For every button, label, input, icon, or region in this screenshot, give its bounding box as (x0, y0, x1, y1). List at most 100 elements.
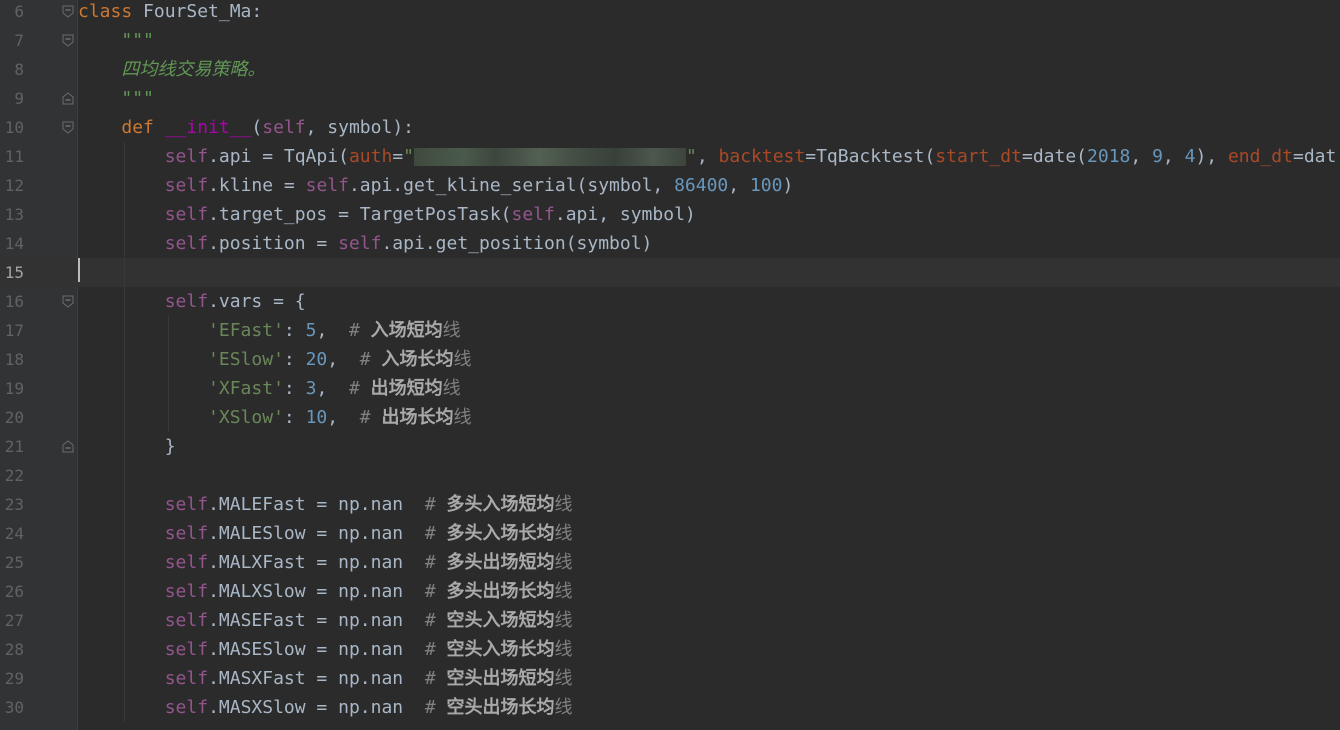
code-content[interactable]: self.MASEFast = np.nan # 空头入场短均线 (78, 606, 573, 635)
docstring: """ (121, 30, 154, 51)
code-content[interactable]: } (78, 432, 176, 461)
code-line[interactable]: 16 self.vars = { (0, 287, 1340, 316)
line-number[interactable]: 15 (0, 258, 24, 287)
self-keyword: self (164, 146, 209, 167)
line-number[interactable]: 13 (0, 200, 24, 229)
code-line[interactable]: 21 } (0, 432, 1340, 461)
line-number[interactable]: 25 (0, 548, 24, 577)
code-content[interactable]: """ (78, 26, 154, 55)
code-line[interactable]: 9 """ (0, 84, 1340, 113)
line-number[interactable]: 19 (0, 374, 24, 403)
code-line[interactable]: 6 class FourSet_Ma: (0, 0, 1340, 26)
code-line[interactable]: 27 self.MASEFast = np.nan # 空头入场短均线 (0, 606, 1340, 635)
comment: 线 (453, 349, 472, 370)
code-text: .vars = { (208, 291, 306, 312)
line-number[interactable]: 29 (0, 664, 24, 693)
line-number[interactable]: 18 (0, 345, 24, 374)
code-line[interactable]: 14 self.position = self.api.get_position… (0, 229, 1340, 258)
code-content[interactable]: 'XSlow': 10, # 出场长均线 (78, 403, 471, 432)
line-number[interactable]: 12 (0, 171, 24, 200)
comment: # (359, 349, 382, 370)
line-number[interactable]: 21 (0, 432, 24, 461)
line-number[interactable]: 9 (0, 84, 24, 113)
text-caret (78, 258, 80, 282)
code-content[interactable]: self.MALXSlow = np.nan # 多头出场长均线 (78, 577, 573, 606)
code-text: , (728, 175, 750, 196)
code-line[interactable]: 8 四均线交易策略。 (0, 55, 1340, 84)
code-line[interactable]: 22 (0, 461, 1340, 490)
line-number[interactable]: 16 (0, 287, 24, 316)
line-number[interactable]: 26 (0, 577, 24, 606)
code-content[interactable]: self.MASESlow = np.nan # 空头入场长均线 (78, 635, 573, 664)
code-text: .MASXFast = np.nan (208, 668, 425, 689)
code-line[interactable]: 10 def __init__(self, symbol): (0, 113, 1340, 142)
code-line[interactable]: 7 """ (0, 26, 1340, 55)
code-line[interactable]: 17 'EFast': 5, # 入场短均线 (0, 316, 1340, 345)
code-line[interactable]: 20 'XSlow': 10, # 出场长均线 (0, 403, 1340, 432)
line-number[interactable]: 20 (0, 403, 24, 432)
code-content[interactable]: 'XFast': 3, # 出场短均线 (78, 374, 461, 403)
code-content[interactable]: 'EFast': 5, # 入场短均线 (78, 316, 461, 345)
line-number[interactable]: 22 (0, 461, 24, 490)
code-editor[interactable]: 6 class FourSet_Ma: 7 """ 8 四均线交易策略。 9 """ 10… (0, 0, 1340, 730)
code-content[interactable]: self.target_pos = TargetPosTask(self.api… (78, 200, 696, 229)
line-number[interactable]: 6 (0, 0, 24, 26)
line-number[interactable]: 27 (0, 606, 24, 635)
self-keyword: self (164, 697, 209, 718)
line-number[interactable]: 24 (0, 519, 24, 548)
fold-collapse-icon[interactable] (62, 295, 74, 308)
code-line[interactable]: 30 self.MASXSlow = np.nan # 空头出场长均线 (0, 693, 1340, 722)
code-content[interactable]: """ (78, 84, 154, 113)
keyword: class (78, 1, 133, 22)
code-content[interactable]: self.kline = self.api.get_kline_serial(s… (78, 171, 794, 200)
code-content[interactable]: self.MALESlow = np.nan # 多头入场长均线 (78, 519, 573, 548)
fold-collapse-icon[interactable] (62, 34, 74, 47)
code-content[interactable]: self.MALXFast = np.nan # 多头出场短均线 (78, 548, 573, 577)
code-text: , (327, 349, 360, 370)
code-content[interactable]: self.MASXFast = np.nan # 空头出场短均线 (78, 664, 573, 693)
code-line[interactable]: 13 self.target_pos = TargetPosTask(self.… (0, 200, 1340, 229)
line-number[interactable]: 17 (0, 316, 24, 345)
line-number[interactable]: 8 (0, 55, 24, 84)
code-line[interactable]: 18 'ESlow': 20, # 入场长均线 (0, 345, 1340, 374)
fold-collapse-icon[interactable] (62, 121, 74, 134)
code-content[interactable]: 'ESlow': 20, # 入场长均线 (78, 345, 471, 374)
line-number[interactable]: 30 (0, 693, 24, 722)
comment: # (348, 378, 371, 399)
code-line[interactable]: 25 self.MALXFast = np.nan # 多头出场短均线 (0, 548, 1340, 577)
code-line[interactable]: 12 self.kline = self.api.get_kline_seria… (0, 171, 1340, 200)
code-line[interactable]: 23 self.MALEFast = np.nan # 多头入场短均线 (0, 490, 1340, 519)
code-content[interactable]: self.position = self.api.get_position(sy… (78, 229, 653, 258)
comment-text: 出场短均 (370, 378, 443, 399)
code-line[interactable]: 28 self.MASESlow = np.nan # 空头入场长均线 (0, 635, 1340, 664)
line-number[interactable]: 28 (0, 635, 24, 664)
fold-collapse-icon[interactable] (62, 5, 74, 18)
self-keyword: self (164, 581, 209, 602)
code-content[interactable]: self.vars = { (78, 287, 306, 316)
code-content[interactable]: self.MALEFast = np.nan # 多头入场短均线 (78, 490, 573, 519)
line-number[interactable]: 23 (0, 490, 24, 519)
code-content[interactable]: def __init__(self, symbol): (78, 113, 414, 142)
code-line[interactable]: 15 (0, 258, 1340, 287)
code-line[interactable]: 29 self.MASXFast = np.nan # 空头出场短均线 (0, 664, 1340, 693)
line-number[interactable]: 11 (0, 142, 24, 171)
code-text: , (1162, 146, 1185, 167)
code-content[interactable]: 四均线交易策略。 (78, 55, 265, 84)
code-line[interactable]: 24 self.MALESlow = np.nan # 多头入场长均线 (0, 519, 1340, 548)
line-number[interactable]: 14 (0, 229, 24, 258)
fold-end-icon[interactable] (62, 440, 74, 453)
fold-end-icon[interactable] (62, 92, 74, 105)
code-content[interactable]: self.MASXSlow = np.nan # 空头出场长均线 (78, 693, 573, 722)
code-content[interactable]: class FourSet_Ma: (78, 0, 262, 26)
code-line[interactable]: 11 self.api = TqApi(auth=" ", backtest=Tq… (0, 142, 1340, 171)
keyword: def (121, 117, 154, 138)
line-number[interactable]: 7 (0, 26, 24, 55)
code-content[interactable]: self.api = TqApi(auth=" ", backtest=TqBac… (78, 142, 1337, 171)
line-number[interactable]: 10 (0, 113, 24, 142)
code-line[interactable]: 19 'XFast': 3, # 出场短均线 (0, 374, 1340, 403)
code-line[interactable]: 26 self.MALXSlow = np.nan # 多头出场长均线 (0, 577, 1340, 606)
number-literal: 3 (305, 378, 317, 399)
